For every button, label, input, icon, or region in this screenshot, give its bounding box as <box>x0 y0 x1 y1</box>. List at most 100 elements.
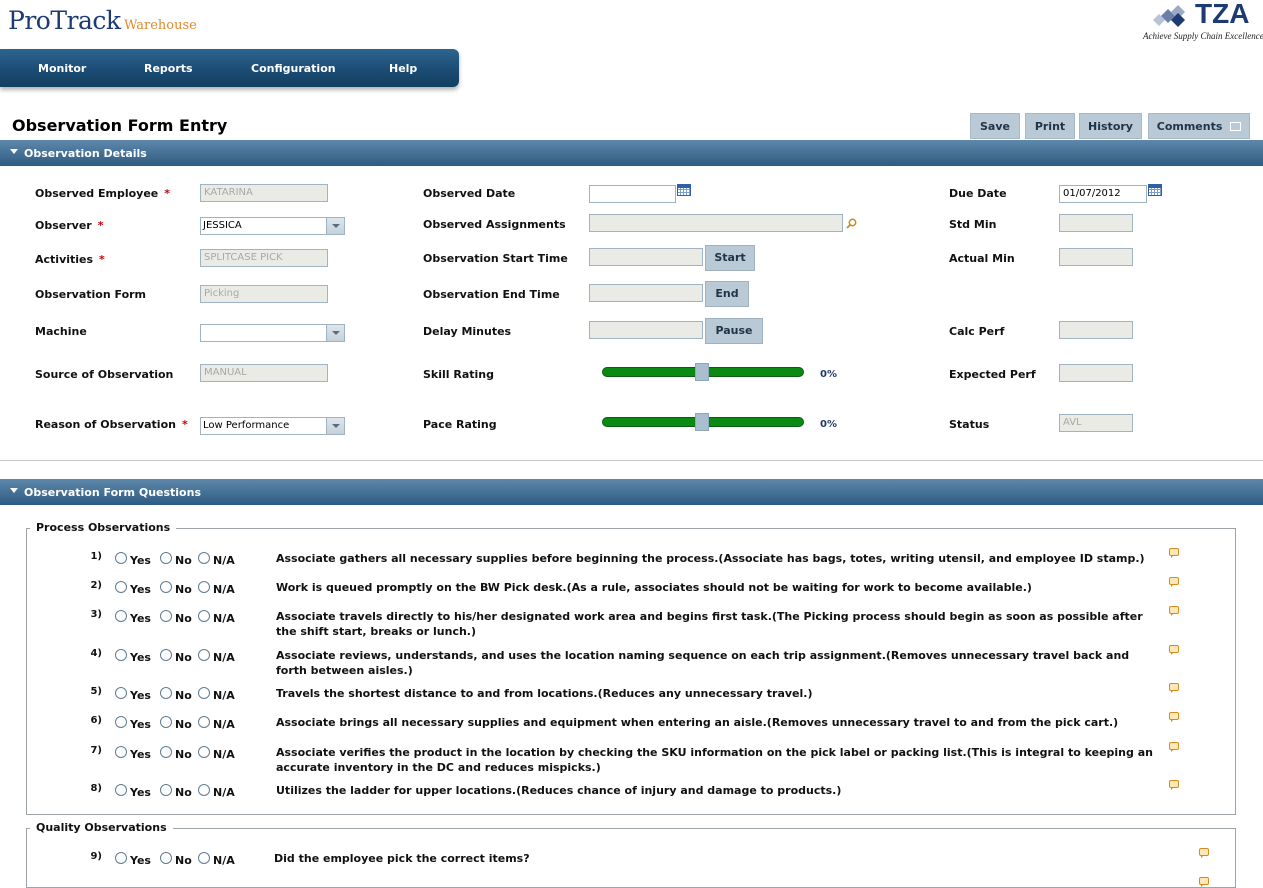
yes-radio[interactable] <box>115 716 127 728</box>
form-questions-header[interactable]: Observation Form Questions <box>0 479 1263 505</box>
observer-select[interactable]: JESSICA <box>200 217 345 235</box>
activities-field[interactable]: SPLITCASE PICK <box>200 249 328 267</box>
yes-radio[interactable] <box>115 687 127 699</box>
search-icon[interactable] <box>846 218 857 229</box>
no-radio[interactable] <box>160 687 172 699</box>
calendar-icon[interactable] <box>677 184 691 196</box>
pause-button[interactable]: Pause <box>705 318 763 344</box>
yes-radio[interactable] <box>115 852 127 864</box>
question-number: 1) <box>90 551 102 562</box>
comment-icon[interactable] <box>1169 548 1179 558</box>
observation-details-header[interactable]: Observation Details <box>0 140 1263 166</box>
comment-icon[interactable] <box>1169 645 1179 655</box>
start-time-label: Observation Start Time <box>423 252 568 265</box>
observed-date-label: Observed Date <box>423 187 516 200</box>
history-button[interactable]: History <box>1079 113 1142 139</box>
na-radio[interactable] <box>198 649 210 661</box>
slider-thumb[interactable] <box>695 413 709 431</box>
observation-form-field[interactable]: Picking <box>200 285 328 303</box>
no-radio[interactable] <box>160 784 172 796</box>
no-radio[interactable] <box>160 649 172 661</box>
yes-radio[interactable] <box>115 552 127 564</box>
nav-configuration[interactable]: Configuration <box>251 62 336 75</box>
yes-radio[interactable] <box>115 784 127 796</box>
pace-rating-slider[interactable] <box>602 413 804 431</box>
yes-radio[interactable] <box>115 581 127 593</box>
na-radio[interactable] <box>198 852 210 864</box>
end-button[interactable]: End <box>705 281 749 307</box>
na-radio[interactable] <box>198 716 210 728</box>
observed-employee-field[interactable]: KATARINA <box>200 184 328 202</box>
question-number: 3) <box>90 609 102 620</box>
na-radio[interactable] <box>198 581 210 593</box>
actual-min-field[interactable] <box>1059 248 1133 266</box>
source-field[interactable]: MANUAL <box>200 364 328 382</box>
skill-rating-slider[interactable] <box>602 363 804 381</box>
nav-reports[interactable]: Reports <box>144 62 193 75</box>
yes-label: Yes <box>130 786 151 799</box>
machine-select[interactable] <box>200 324 345 342</box>
quality-observations-legend: Quality Observations <box>30 821 173 834</box>
yes-label: Yes <box>130 748 151 761</box>
pace-rating-percent: 0% <box>820 419 837 430</box>
machine-label: Machine <box>35 325 87 338</box>
question-text: Associate travels directly to his/her de… <box>276 610 1143 638</box>
expected-perf-field[interactable] <box>1059 364 1133 382</box>
comments-button[interactable]: Comments <box>1148 113 1250 139</box>
question-text: Work is queued promptly on the BW Pick d… <box>276 581 1032 594</box>
yes-radio[interactable] <box>115 610 127 622</box>
due-date-field[interactable]: 01/07/2012 <box>1059 185 1147 203</box>
no-radio[interactable] <box>160 716 172 728</box>
status-field[interactable]: AVL <box>1059 414 1133 432</box>
yes-radio[interactable] <box>115 649 127 661</box>
observation-form-label: Observation Form <box>35 288 147 301</box>
no-radio[interactable] <box>160 746 172 758</box>
std-min-field[interactable] <box>1059 214 1133 232</box>
comment-icon[interactable] <box>1169 712 1179 722</box>
std-min-label: Std Min <box>949 218 997 231</box>
no-radio[interactable] <box>160 581 172 593</box>
na-radio[interactable] <box>198 610 210 622</box>
tza-logo: TZA Achieve Supply Chain Excellence <box>1143 0 1263 44</box>
comment-icon[interactable] <box>1199 848 1209 858</box>
na-label: N/A <box>213 689 235 702</box>
comment-icon[interactable] <box>1169 742 1179 752</box>
comment-icon[interactable] <box>1199 877 1209 887</box>
comment-icon[interactable] <box>1169 780 1179 790</box>
comment-icon[interactable] <box>1169 683 1179 693</box>
nav-monitor[interactable]: Monitor <box>38 62 86 75</box>
question-text: Utilizes the ladder for upper locations.… <box>276 784 842 797</box>
na-radio[interactable] <box>198 552 210 564</box>
question-number: 8) <box>90 783 102 794</box>
delay-minutes-field[interactable] <box>589 321 703 339</box>
yes-radio[interactable] <box>115 746 127 758</box>
no-label: No <box>175 689 192 702</box>
no-radio[interactable] <box>160 552 172 564</box>
slider-thumb[interactable] <box>695 363 709 381</box>
calendar-icon[interactable] <box>1148 184 1162 196</box>
na-radio[interactable] <box>198 784 210 796</box>
no-radio[interactable] <box>160 852 172 864</box>
na-label: N/A <box>213 651 235 664</box>
na-radio[interactable] <box>198 687 210 699</box>
yes-label: Yes <box>130 554 151 567</box>
calc-perf-field[interactable] <box>1059 321 1133 339</box>
end-time-field[interactable] <box>589 284 703 302</box>
na-radio[interactable] <box>198 746 210 758</box>
question-text: Associate reviews, understands, and uses… <box>276 649 1130 677</box>
protrack-logo: ProTrack Warehouse <box>8 6 197 35</box>
comment-icon[interactable] <box>1169 577 1179 587</box>
no-radio[interactable] <box>160 610 172 622</box>
nav-help[interactable]: Help <box>389 62 417 75</box>
reason-select[interactable]: Low Performance <box>200 417 345 435</box>
na-label: N/A <box>213 786 235 799</box>
start-button[interactable]: Start <box>705 245 755 271</box>
observed-date-field[interactable] <box>589 185 676 203</box>
section-divider <box>0 460 1263 461</box>
print-button[interactable]: Print <box>1025 113 1075 139</box>
observed-assignments-field[interactable] <box>589 214 843 232</box>
save-button[interactable]: Save <box>970 113 1020 139</box>
question-text: Did the employee pick the correct items? <box>274 852 530 865</box>
start-time-field[interactable] <box>589 248 703 266</box>
comment-icon[interactable] <box>1169 606 1179 616</box>
